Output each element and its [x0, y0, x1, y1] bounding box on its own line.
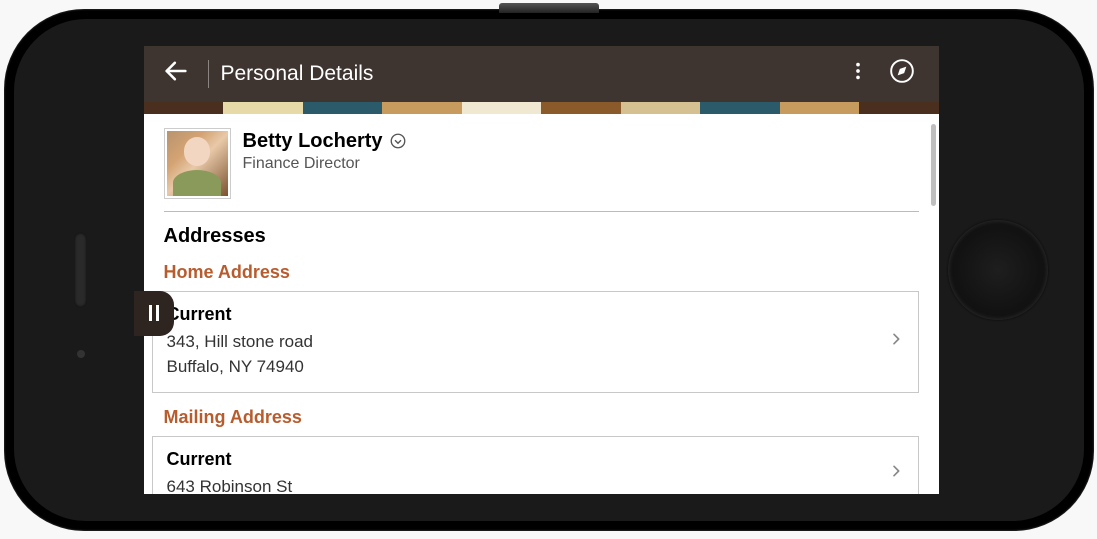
section-addresses-title: Addresses: [164, 225, 919, 248]
header-divider: [208, 60, 209, 88]
person-job-title: Finance Director: [243, 155, 407, 173]
phone-speaker: [74, 232, 87, 307]
compass-icon[interactable]: [879, 52, 925, 95]
app-screen: Personal Details Betty Locherty: [144, 46, 939, 494]
chevron-right-icon: [888, 331, 904, 352]
person-name-text: Betty Locherty: [243, 130, 383, 153]
person-name[interactable]: Betty Locherty: [243, 130, 407, 153]
content-area: Betty Locherty Finance Director Addresse…: [144, 114, 939, 494]
phone-camera: [77, 350, 85, 358]
page-title: Personal Details: [221, 62, 837, 86]
chevron-down-circle-icon[interactable]: [389, 132, 407, 150]
home-button[interactable]: [948, 220, 1048, 320]
decorative-ribbon: [144, 102, 939, 114]
mailing-address-heading: Mailing Address: [164, 407, 919, 428]
mailing-address-status: Current: [167, 449, 888, 470]
home-address-line1: 343, Hill stone road: [167, 329, 888, 355]
home-address-status: Current: [167, 304, 888, 325]
scrollbar[interactable]: [931, 124, 936, 206]
mailing-address-line1: 643 Robinson St: [167, 474, 888, 494]
phone-body: Personal Details Betty Locherty: [14, 19, 1084, 521]
avatar: [164, 128, 231, 199]
back-icon[interactable]: [158, 53, 194, 94]
pause-icon[interactable]: [134, 291, 174, 336]
person-header: Betty Locherty Finance Director: [164, 124, 919, 212]
menu-dots-icon[interactable]: [837, 54, 879, 93]
chevron-right-icon: [888, 463, 904, 484]
mailing-address-card[interactable]: Current 643 Robinson St: [152, 436, 919, 494]
home-address-heading: Home Address: [164, 262, 919, 283]
phone-top-notch: [499, 3, 599, 13]
app-header: Personal Details: [144, 46, 939, 102]
home-address-line2: Buffalo, NY 74940: [167, 354, 888, 380]
phone-frame: Personal Details Betty Locherty: [4, 9, 1094, 531]
home-address-card[interactable]: Current 343, Hill stone road Buffalo, NY…: [152, 291, 919, 393]
